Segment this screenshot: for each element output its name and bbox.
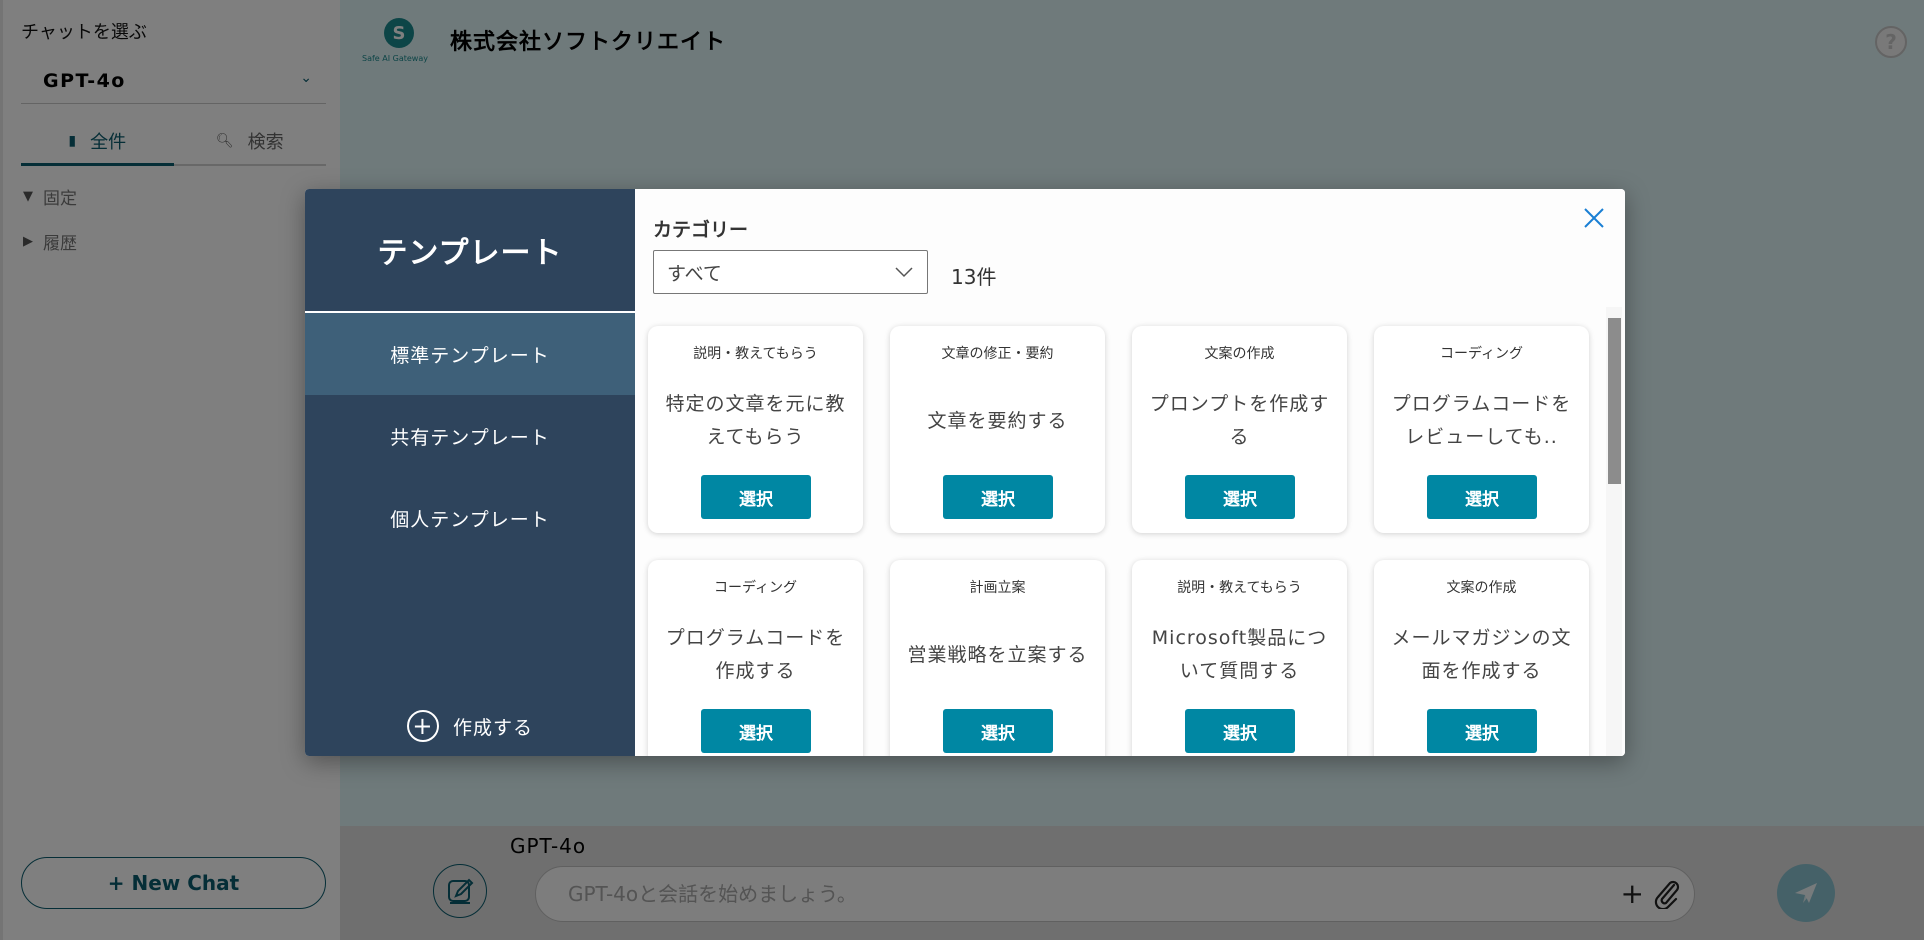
template-card-category: 計画立案 <box>969 580 1026 596</box>
template-card: 計画立案 営業戦略を立案する 選択 <box>890 560 1105 756</box>
template-card-category: 文案の作成 <box>1446 580 1517 596</box>
template-card: 説明・教えてもらう 特定の文章を元に教えてもらう 選択 <box>648 326 863 533</box>
template-card: 文案の作成 メールマガジンの文面を作成する 選択 <box>1374 560 1589 756</box>
template-card-category: 文案の作成 <box>1204 346 1275 362</box>
template-card-description: Microsoft製品について質問する <box>1151 627 1328 682</box>
scrollbar-thumb[interactable] <box>1608 318 1621 484</box>
select-button[interactable]: 選択 <box>943 709 1053 753</box>
select-button[interactable]: 選択 <box>701 475 811 519</box>
template-card: 文章の修正・要約 文章を要約する 選択 <box>890 326 1105 533</box>
plus-circle-icon: + <box>406 710 439 742</box>
template-card-description: 営業戦略を立案する <box>907 643 1088 666</box>
create-template-label: 作成する <box>452 716 533 739</box>
template-card: コーディング プログラムコードを作成する 選択 <box>648 560 863 756</box>
category-select[interactable]: すべて <box>653 250 928 294</box>
nav-standard-templates[interactable]: 標準テンプレート <box>305 313 635 395</box>
template-card-category: コーディング <box>713 580 798 596</box>
nav-shared-templates[interactable]: 共有テンプレート <box>305 395 635 477</box>
template-count: 13件 <box>951 265 997 289</box>
category-label: カテゴリー <box>653 219 749 241</box>
template-nav: テンプレート 標準テンプレート 共有テンプレート 個人テンプレート + 作成する <box>305 189 635 756</box>
select-button[interactable]: 選択 <box>1427 475 1537 519</box>
template-card-category: 説明・教えてもらう <box>693 346 818 362</box>
template-card-description: 文章を要約する <box>927 409 1068 432</box>
template-card-category: コーディング <box>1439 346 1524 362</box>
nav-personal-templates[interactable]: 個人テンプレート <box>305 477 635 559</box>
select-button[interactable]: 選択 <box>701 709 811 753</box>
template-card: コーディング プログラムコードをレビューしても.. 選択 <box>1374 326 1589 533</box>
select-button[interactable]: 選択 <box>1185 709 1295 753</box>
select-button[interactable]: 選択 <box>1185 475 1295 519</box>
template-card-category: 説明・教えてもらう <box>1177 580 1302 596</box>
template-list-panel: カテゴリー すべて 13件 説明・教えてもらう 特定の文章を元に教えてもらう 選… <box>635 189 1625 756</box>
template-card-description: プログラムコードをレビューしても.. <box>1391 393 1572 448</box>
template-modal: テンプレート 標準テンプレート 共有テンプレート 個人テンプレート + 作成する… <box>305 189 1625 756</box>
template-card-description: メールマガジンの文面を作成する <box>1391 627 1572 682</box>
select-button[interactable]: 選択 <box>943 475 1053 519</box>
template-grid-scroll: 説明・教えてもらう 特定の文章を元に教えてもらう 選択 文章の修正・要約 文章を… <box>635 307 1625 756</box>
template-card-description: プロンプトを作成する <box>1149 393 1330 448</box>
template-card-category: 文章の修正・要約 <box>941 346 1054 362</box>
select-button[interactable]: 選択 <box>1427 709 1537 753</box>
template-card-description: 特定の文章を元に教えてもらう <box>665 393 846 448</box>
template-card-description: プログラムコードを作成する <box>665 627 846 682</box>
chevron-down-icon <box>895 267 913 278</box>
template-card: 説明・教えてもらう Microsoft製品について質問する 選択 <box>1132 560 1347 756</box>
template-card: 文案の作成 プロンプトを作成する 選択 <box>1132 326 1347 533</box>
create-template-button[interactable]: + 作成する <box>305 704 635 748</box>
category-select-value: すべて <box>667 262 722 285</box>
template-grid: 説明・教えてもらう 特定の文章を元に教えてもらう 選択 文章の修正・要約 文章を… <box>648 326 1589 756</box>
close-icon[interactable] <box>1581 205 1607 231</box>
modal-title: テンプレート <box>305 189 635 313</box>
